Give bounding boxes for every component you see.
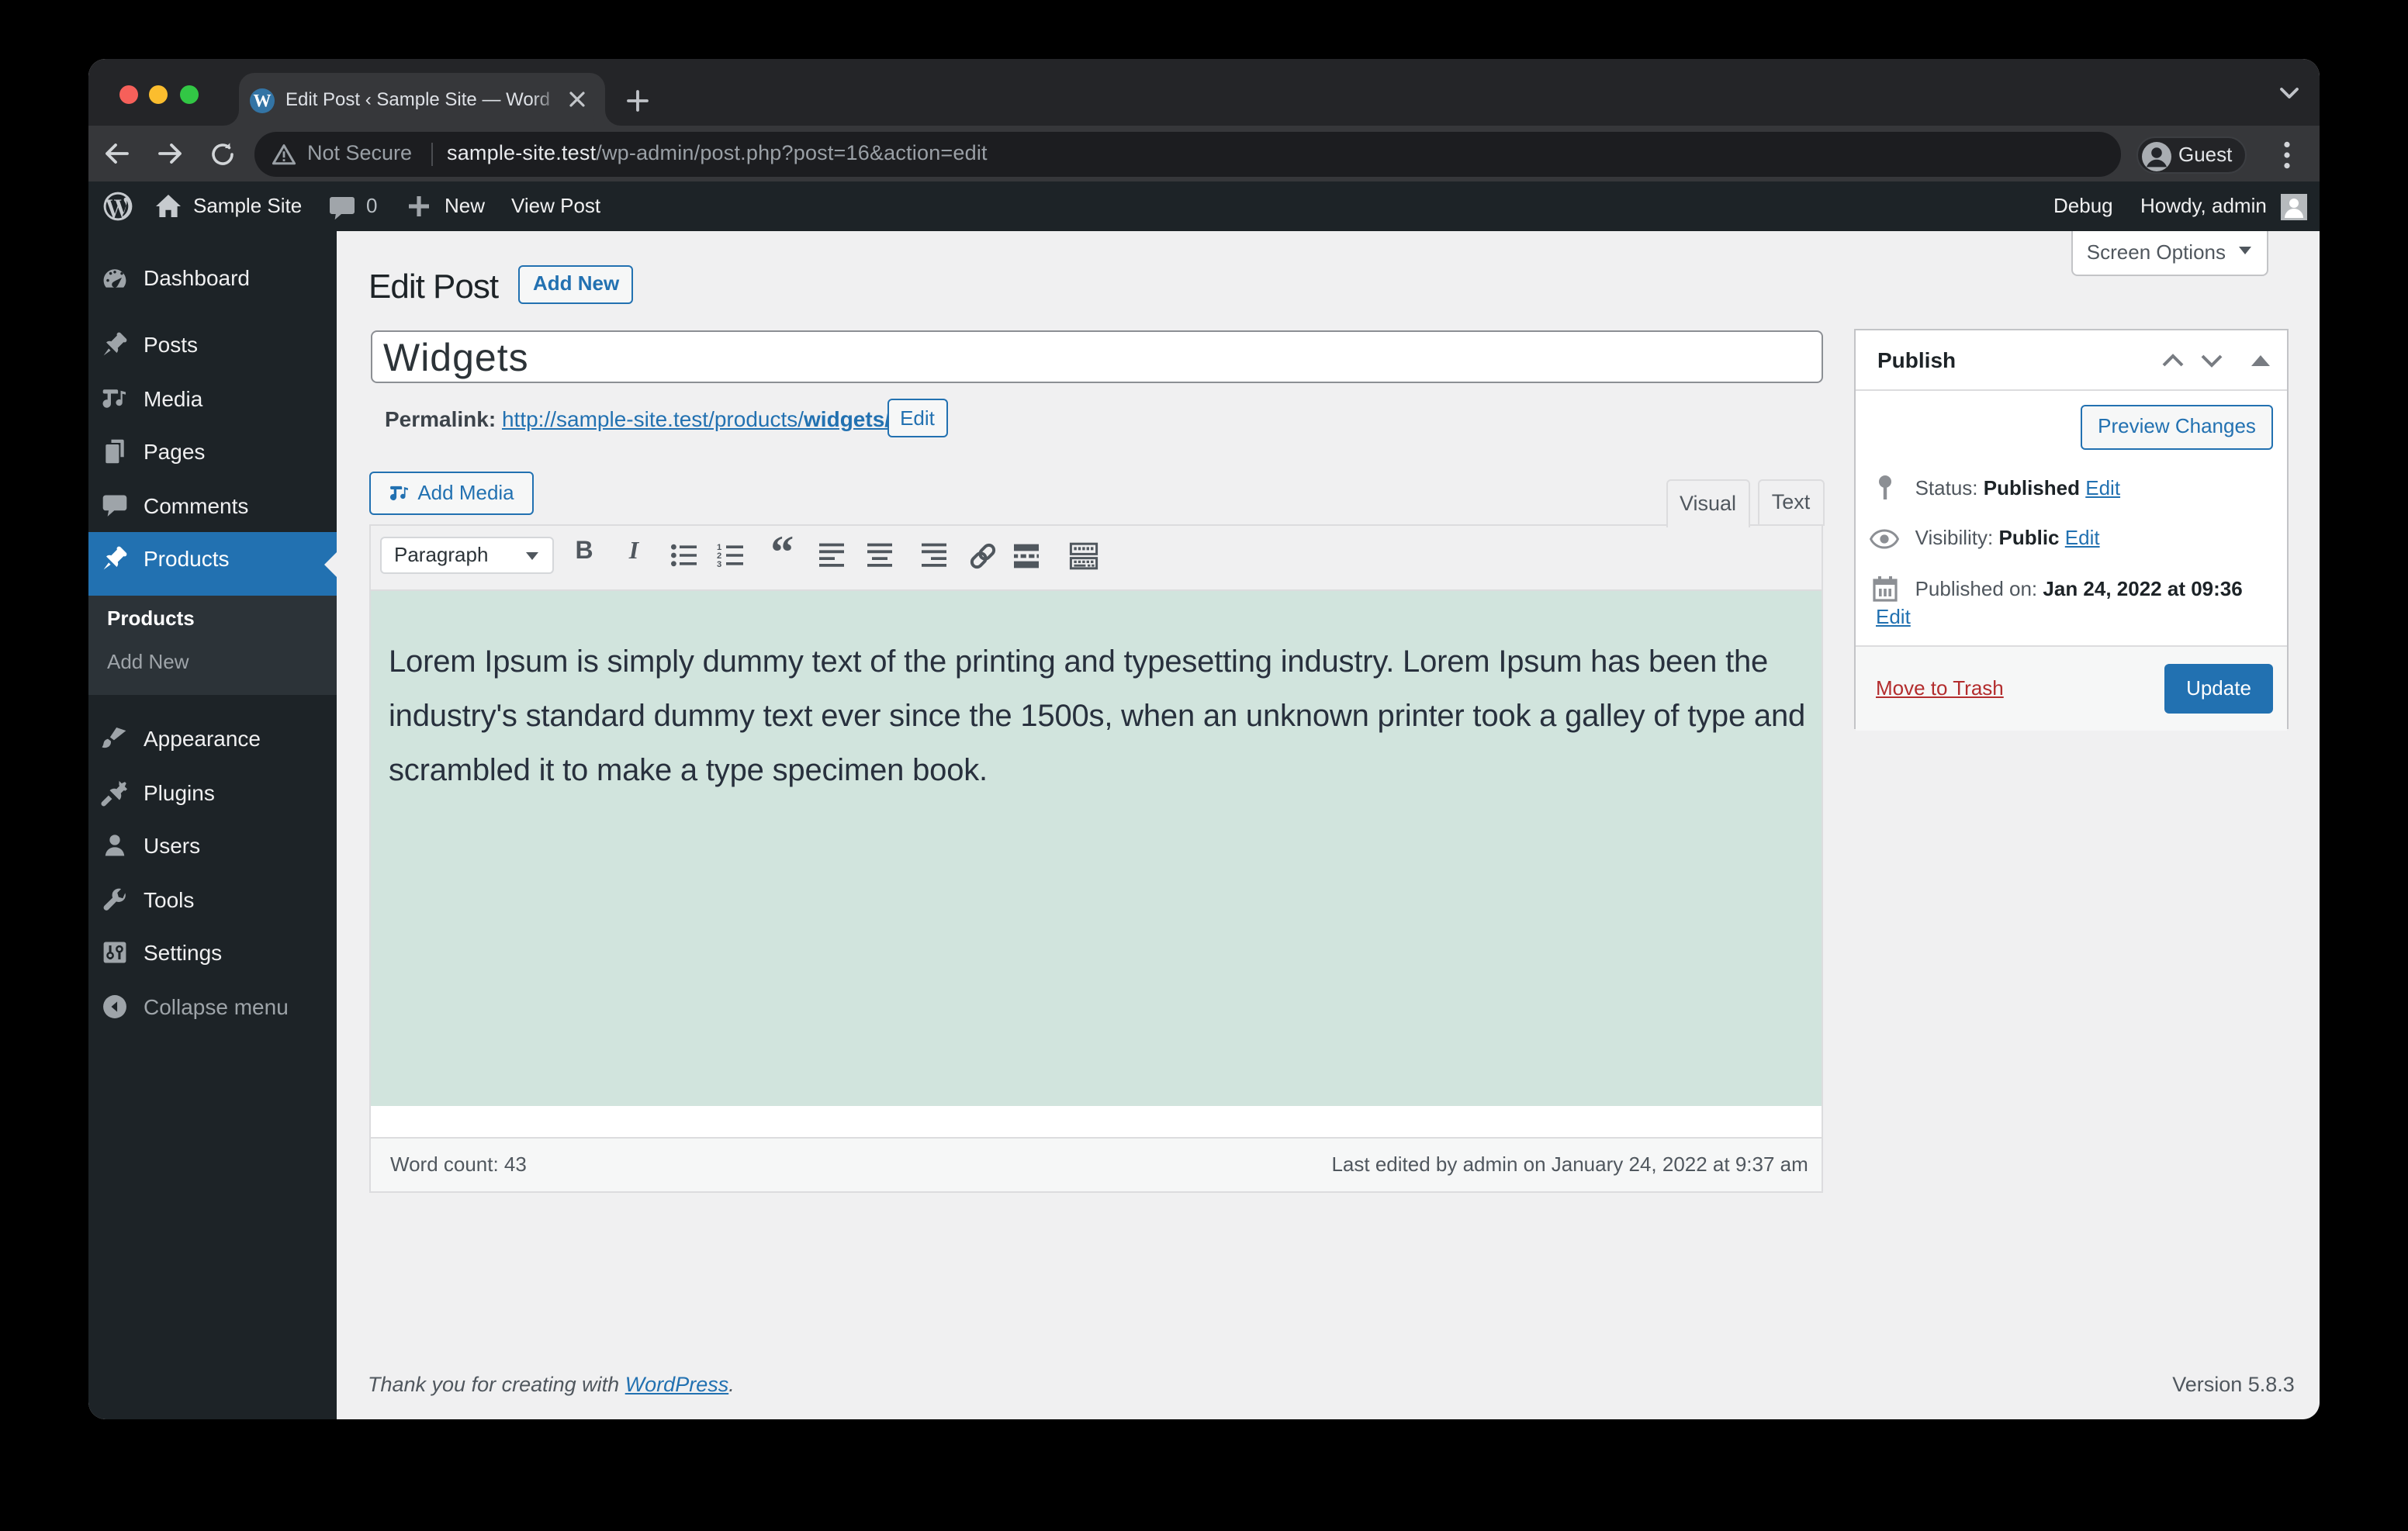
svg-text:W: W xyxy=(253,91,271,110)
svg-text:3: 3 xyxy=(716,560,721,569)
svg-text:1: 1 xyxy=(716,543,721,552)
svg-text:2: 2 xyxy=(716,551,721,561)
